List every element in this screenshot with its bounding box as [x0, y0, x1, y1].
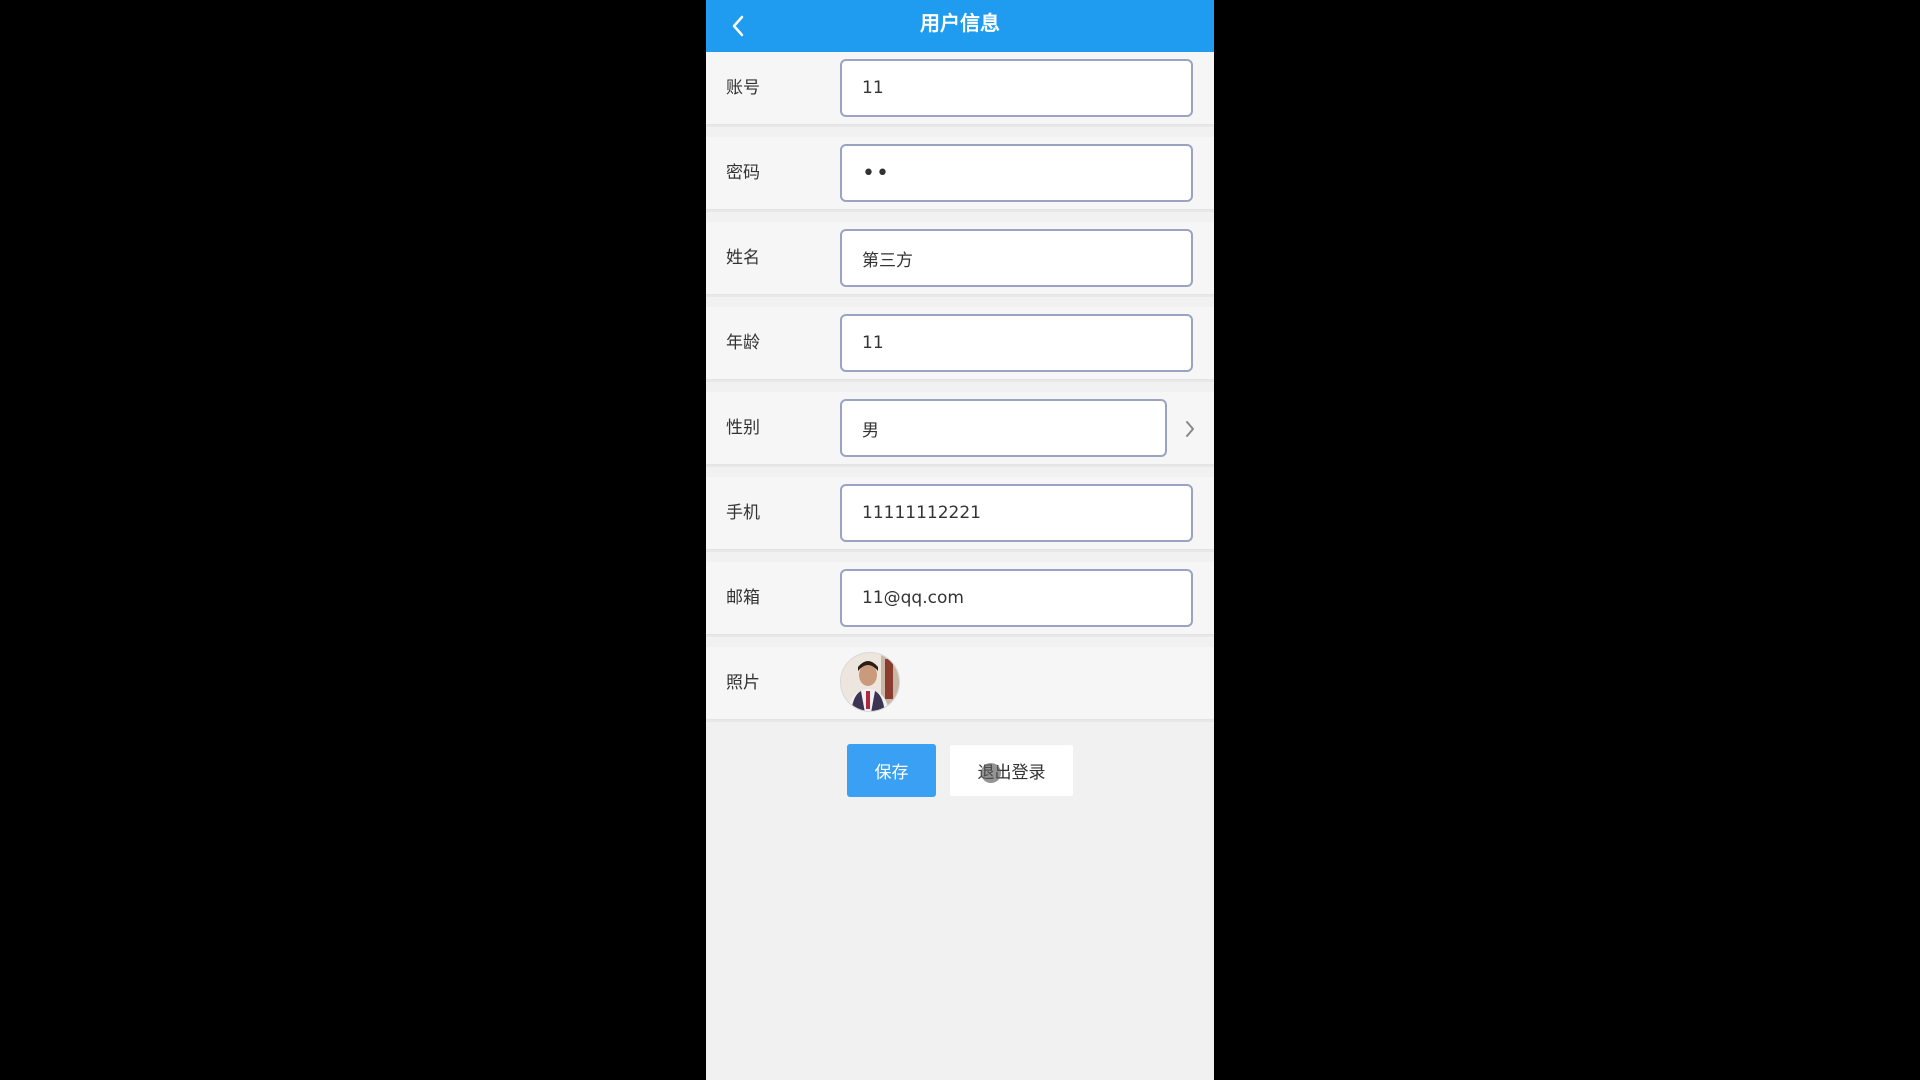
save-button[interactable]: 保存	[847, 744, 936, 797]
password-label: 密码	[726, 163, 760, 183]
account-input[interactable]: 11	[840, 59, 1193, 117]
gender-select[interactable]: 男	[840, 399, 1167, 457]
phone-screen: 用户信息 账号 11 密码 •• 姓名 第三方 年龄 11 性别 男 手机 11…	[706, 0, 1214, 1080]
chevron-right-icon[interactable]	[1179, 418, 1201, 440]
photo-label: 照片	[726, 673, 760, 693]
account-label: 账号	[726, 78, 760, 98]
app-header: 用户信息	[706, 0, 1214, 52]
form-row-gender[interactable]: 性别 男	[706, 392, 1214, 465]
email-input[interactable]: 11@qq.com	[840, 569, 1193, 627]
logout-button[interactable]: 退出登录	[949, 744, 1074, 797]
email-label: 邮箱	[726, 588, 760, 608]
form-row-email: 邮箱 11@qq.com	[706, 562, 1214, 635]
avatar[interactable]	[840, 652, 900, 712]
name-label: 姓名	[726, 248, 760, 268]
gender-label: 性别	[726, 418, 760, 438]
age-input[interactable]: 11	[840, 314, 1193, 372]
password-input[interactable]: ••	[840, 144, 1193, 202]
form-row-account: 账号 11	[706, 52, 1214, 125]
page-title: 用户信息	[920, 11, 1000, 35]
form-row-phone: 手机 11111112221	[706, 477, 1214, 550]
name-input[interactable]: 第三方	[840, 229, 1193, 287]
phone-input[interactable]: 11111112221	[840, 484, 1193, 542]
form-row-password: 密码 ••	[706, 137, 1214, 210]
form-row-name: 姓名 第三方	[706, 222, 1214, 295]
phone-label: 手机	[726, 503, 760, 523]
form-row-age: 年龄 11	[706, 307, 1214, 380]
age-label: 年龄	[726, 333, 760, 353]
form-row-photo: 照片	[706, 647, 1214, 720]
avatar-photo-icon	[841, 653, 899, 711]
